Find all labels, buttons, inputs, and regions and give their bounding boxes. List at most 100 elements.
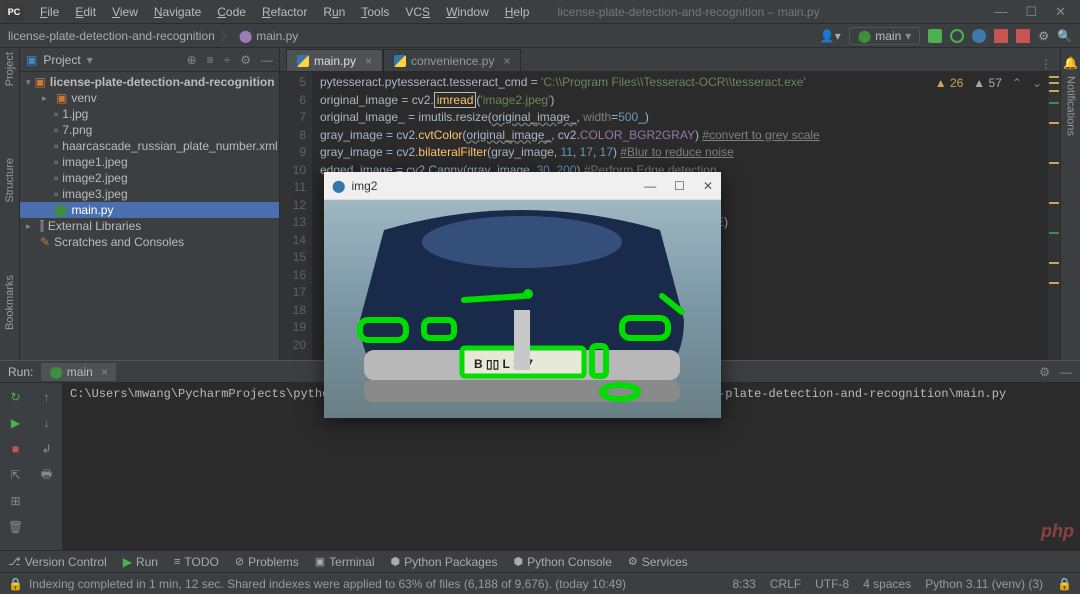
exit-icon[interactable]: ⇱ [8,467,24,483]
hide-icon[interactable]: — [261,53,273,67]
sidebar-tab-bookmarks[interactable]: Bookmarks [4,275,16,330]
menu-file[interactable]: File [32,3,67,21]
popup-maximize-icon[interactable]: ☐ [674,179,685,193]
tree-root[interactable]: ▾▣license-plate-detection-and-recognitio… [20,74,279,90]
close-icon[interactable]: ✕ [1055,4,1066,20]
menu-edit[interactable]: Edit [67,3,104,21]
breadcrumb-file[interactable]: main.py [256,29,298,43]
tree-file[interactable]: ▫image2.jpeg [20,170,279,186]
coverage-button-icon[interactable] [972,29,986,43]
breadcrumb-project[interactable]: license-plate-detection-and-recognition [8,29,215,43]
menu-window[interactable]: Window [438,3,497,21]
stop-button-icon[interactable] [1016,29,1030,43]
target-icon[interactable]: ⊕ [187,53,197,67]
minimize-icon[interactable]: — [994,4,1007,20]
status-line-sep[interactable]: CRLF [770,577,801,591]
run-button-icon[interactable] [928,29,942,43]
status-lock-icon[interactable]: 🔒 [8,577,23,591]
search-icon[interactable]: 🔍 [1057,29,1072,43]
tree-venv[interactable]: ▸▣venv [20,90,279,106]
scroll-bottom-icon[interactable]: ↓ [39,415,55,431]
python-icon: ⬤ [858,29,871,43]
menu-run[interactable]: Run [315,3,353,21]
profile-button-icon[interactable] [994,29,1008,43]
bottom-python-packages[interactable]: ⬢ Python Packages [391,555,498,569]
stop-icon[interactable]: ■ [8,441,24,457]
run-tab[interactable]: ⬤main× [41,363,115,381]
status-message: Indexing completed in 1 min, 12 sec. Sha… [29,577,626,591]
warning-indicator[interactable]: ▲ 57 [973,76,1002,90]
gear-icon[interactable]: ⚙ [1038,29,1049,43]
python-icon [394,55,406,67]
close-tab-icon[interactable]: × [503,54,510,68]
bottom-services[interactable]: ⚙ Services [628,555,688,569]
error-indicator[interactable]: ▲ 26 [935,76,964,90]
editor-tab-menu-icon[interactable]: ⋮ [1040,57,1060,71]
menu-refactor[interactable]: Refactor [254,3,315,21]
bottom-python-console[interactable]: ⬢ Python Console [514,555,612,569]
tree-file[interactable]: ▫image3.jpeg [20,186,279,202]
status-caret-pos[interactable]: 8:33 [732,577,755,591]
tree-file[interactable]: ▫7.png [20,122,279,138]
rerun-icon[interactable]: ↻ [8,389,24,405]
popup-title: img2 [351,179,377,193]
menu-view[interactable]: View [104,3,146,21]
menu-tools[interactable]: Tools [353,3,397,21]
maximize-icon[interactable]: ☐ [1025,4,1037,20]
tree-file[interactable]: ▫image1.jpeg [20,154,279,170]
scroll-down-icon[interactable]: ⌄ [1032,76,1042,90]
popup-minimize-icon[interactable]: — [644,179,656,193]
expand-icon[interactable]: ÷ [224,53,231,67]
menu-code[interactable]: Code [209,3,254,21]
trash-icon[interactable]: 🗑 [8,519,24,535]
tree-ext-lib[interactable]: ▸⫿External Libraries [20,218,279,234]
scroll-up-icon[interactable]: ⌃ [1012,76,1022,90]
window-title: license-plate-detection-and-recognition … [557,5,819,19]
run-config-selector[interactable]: ⬤ main ▾ [849,27,920,45]
bottom-problems[interactable]: ⊘ Problems [235,555,299,569]
chevron-down-icon: ▾ [905,29,911,43]
tree-scratches[interactable]: ✎Scratches and Consoles [20,234,279,250]
tree-file[interactable]: ▫1.jpg [20,106,279,122]
popup-close-icon[interactable]: ✕ [703,179,713,193]
menu-navigate[interactable]: Navigate [146,3,209,21]
python-file-icon: ⬤ [239,29,252,43]
popup-app-icon: ⬤ [332,179,345,193]
sidebar-tab-project[interactable]: Project [4,52,16,86]
menu-help[interactable]: Help [497,3,538,21]
status-interpreter[interactable]: Python 3.11 (venv) (3) [925,577,1043,591]
error-stripe[interactable] [1048,72,1060,360]
menu-vcs[interactable]: VCS [397,3,438,21]
opencv-window[interactable]: ⬤ img2 — ☐ ✕ B ▯▯ L 1▯7 [324,172,721,418]
status-lock2-icon[interactable]: 🔒 [1057,577,1072,591]
editor-tab-main[interactable]: main.py× [286,49,383,71]
status-encoding[interactable]: UTF-8 [815,577,849,591]
watermark: php [1041,521,1074,542]
sidebar-tab-notifications[interactable]: Notifications [1065,76,1077,136]
sidebar-tab-structure[interactable]: Structure [4,158,16,203]
tree-file[interactable]: ▫haarcascade_russian_plate_number.xml [20,138,279,154]
scroll-top-icon[interactable]: ↑ [39,389,55,405]
python-icon [297,55,309,67]
bottom-version-control[interactable]: ⎇ Version Control [8,555,107,569]
bottom-terminal[interactable]: ▣ Terminal [315,555,375,569]
user-icon[interactable]: 👤▾ [820,29,841,43]
close-tab-icon[interactable]: × [365,54,372,68]
project-panel-title: Project [43,53,80,67]
notifications-bell-icon[interactable]: 🔔 [1063,56,1078,70]
settings-icon[interactable]: ⚙ [240,53,251,67]
soft-wrap-icon[interactable]: ↲ [39,441,55,457]
debug-button-icon[interactable] [950,29,964,43]
play-icon[interactable]: ▶ [8,415,24,431]
print-icon[interactable]: 🖶 [39,467,55,483]
bottom-run[interactable]: ▶ Run [123,555,158,569]
editor-tab-convenience[interactable]: convenience.py× [383,49,521,71]
collapse-icon[interactable]: ≡ [207,53,214,67]
tree-file-selected[interactable]: ⬤main.py [20,202,279,218]
bottom-todo[interactable]: ≡ TODO [174,555,219,569]
run-hide-icon[interactable]: — [1060,365,1072,379]
layout-icon[interactable]: ⊞ [8,493,24,509]
status-indent[interactable]: 4 spaces [863,577,911,591]
run-gear-icon[interactable]: ⚙ [1039,365,1050,379]
popup-image: B ▯▯ L 1▯7 [324,200,721,418]
